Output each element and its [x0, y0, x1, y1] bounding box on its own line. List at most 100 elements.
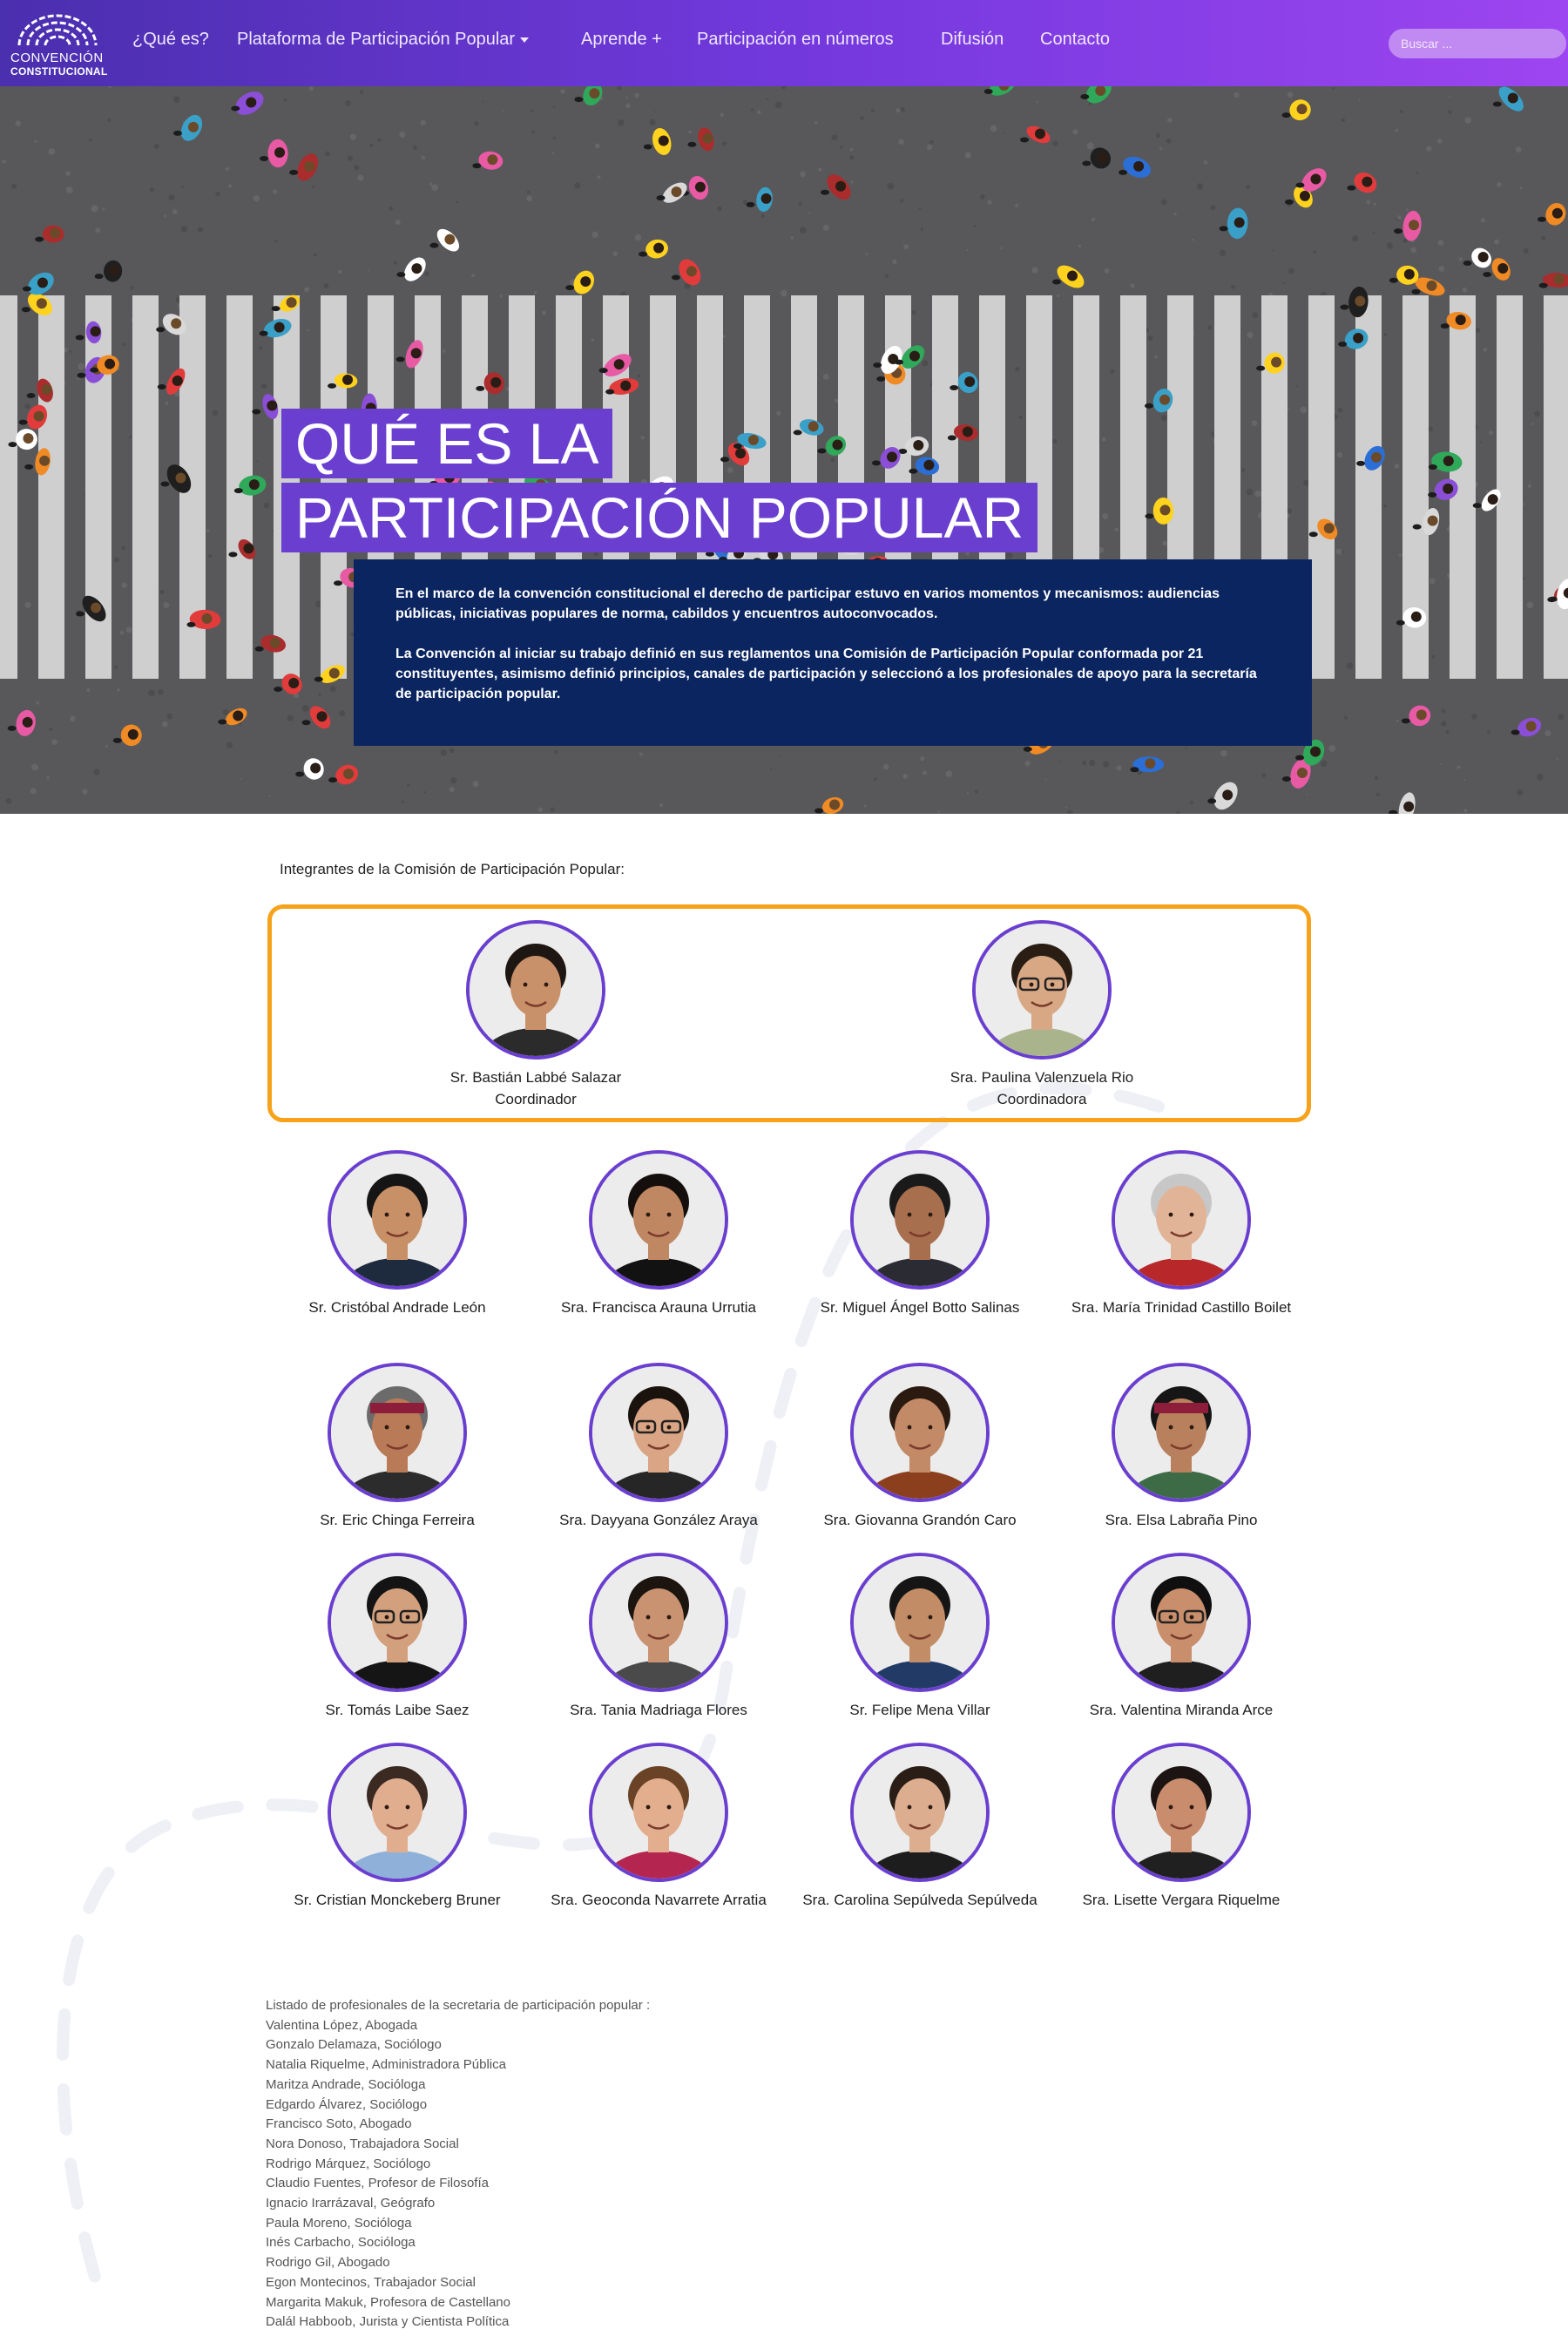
nav-aprende[interactable]: Aprende + — [581, 30, 662, 50]
member-role: Coordinador — [495, 1091, 577, 1107]
nav-participacion-numeros[interactable]: Participación en números — [697, 30, 894, 50]
member-card: Sra. María Trinidad Castillo Boilet — [1051, 1150, 1312, 1318]
nav-contacto[interactable]: Contacto — [1040, 30, 1110, 50]
member-name: Sr. Eric Chinga Ferreira — [320, 1512, 475, 1528]
staff-item: Natalia Riquelme, Administradora Pública — [266, 2057, 506, 2073]
hero-description-box: En el marco de la convención constitucio… — [354, 559, 1312, 746]
avatar — [850, 1553, 990, 1692]
member-card: Sra. Elsa Labraña Pino — [1051, 1363, 1312, 1531]
staff-item: Nora Donoso, Trabajadora Social — [266, 2136, 459, 2151]
member-name: Sra. Carolina Sepúlveda Sepúlveda — [802, 1892, 1037, 1908]
portrait-photo — [470, 924, 602, 1056]
staff-item: Valentina López, Abogada — [266, 2017, 418, 2033]
member-name: Sra. Tania Madriaga Flores — [570, 1702, 747, 1718]
member-card: Sra. Valentina Miranda Arce — [1051, 1553, 1312, 1721]
avatar — [1112, 1553, 1251, 1692]
staff-item: Francisco Soto, Abogado — [266, 2116, 412, 2132]
member-name: Sra. Paulina Valenzuela Rio — [950, 1069, 1134, 1086]
nav-plataforma-dropdown[interactable]: Plataforma de Participación Popular — [237, 30, 530, 50]
member-name: Sr. Miguel Ángel Botto Salinas — [820, 1299, 1020, 1316]
avatar — [589, 1743, 728, 1882]
member-card: Sra. Dayyana González Araya — [528, 1363, 789, 1531]
member-name: Sra. Giovanna Grandón Caro — [823, 1512, 1017, 1528]
portrait-photo — [331, 1556, 463, 1689]
staff-item: Inés Carbacho, Socióloga — [266, 2235, 416, 2251]
member-card: Sra. Lisette Vergara Riquelme — [1051, 1743, 1312, 1911]
portrait-photo — [854, 1556, 986, 1689]
avatar — [850, 1363, 990, 1502]
portrait-photo — [1115, 1366, 1247, 1499]
staff-item: Dalál Habboob, Jurista y Cientista Polít… — [266, 2314, 510, 2330]
staff-heading: Listado de profesionales de la secretari… — [266, 1998, 651, 2013]
member-card: Sra. Giovanna Grandón Caro — [789, 1363, 1051, 1531]
member-name: Sr. Felipe Mena Villar — [849, 1702, 990, 1718]
chevron-down-icon — [520, 37, 530, 43]
staff-list: Listado de profesionales de la secretari… — [266, 1996, 650, 2333]
staff-item: Edgardo Álvarez, Sociólogo — [266, 2096, 428, 2112]
hero-section: QUÉ ES LA PARTICIPACIÓN POPULAR En el ma… — [0, 86, 1568, 814]
nav-difusion[interactable]: Difusión — [941, 30, 1004, 50]
site-logo[interactable]: CONVENCIÓN CONSTITUCIONAL — [9, 9, 107, 78]
member-name: Sr. Tomás Laibe Saez — [325, 1702, 470, 1718]
portrait-photo — [592, 1366, 725, 1499]
avatar — [466, 920, 605, 1060]
nav-plataforma-label: Plataforma de Participación Popular — [237, 30, 516, 49]
member-name: Sra. Lisette Vergara Riquelme — [1082, 1892, 1281, 1908]
staff-item: Margarita Makuk, Profesora de Castellano — [266, 2294, 510, 2310]
portrait-photo — [976, 924, 1108, 1056]
avatar — [1112, 1150, 1251, 1290]
commission-intro: Integrantes de la Comisión de Participac… — [280, 861, 625, 877]
staff-item: Claudio Fuentes, Profesor de Filosofía — [266, 2176, 489, 2191]
avatar — [850, 1150, 990, 1290]
staff-item: Maritza Andrade, Socióloga — [266, 2076, 426, 2092]
avatar — [1112, 1363, 1251, 1502]
avatar — [589, 1150, 728, 1290]
staff-item: Gonzalo Delamaza, Sociólogo — [266, 2037, 442, 2053]
portrait-photo — [854, 1746, 986, 1879]
member-name: Sra. María Trinidad Castillo Boilet — [1071, 1299, 1292, 1316]
member-name: Sr. Cristian Monckeberg Bruner — [294, 1892, 501, 1908]
member-name: Sra. Dayyana González Araya — [559, 1512, 758, 1528]
coordinator-card: Sr. Bastián Labbé Salazar Coordinador — [405, 920, 666, 1110]
avatar — [589, 1553, 728, 1692]
staff-item: Paula Moreno, Socióloga — [266, 2215, 412, 2231]
hero-paragraph-2: La Convención al iniciar su trabajo defi… — [395, 647, 1257, 701]
member-card: Sr. Cristian Monckeberg Bruner — [267, 1743, 528, 1911]
avatar — [1112, 1743, 1251, 1882]
member-card: Sra. Francisca Arauna Urrutia — [528, 1150, 789, 1318]
member-card: Sr. Felipe Mena Villar — [789, 1553, 1051, 1721]
coordinator-card: Sra. Paulina Valenzuela Rio Coordinadora — [911, 920, 1173, 1110]
member-name: Sr. Cristóbal Andrade León — [308, 1299, 486, 1316]
avatar — [328, 1743, 467, 1882]
portrait-photo — [592, 1746, 725, 1879]
member-card: Sra. Tania Madriaga Flores — [528, 1553, 789, 1721]
member-name: Sra. Elsa Labraña Pino — [1105, 1512, 1258, 1528]
portrait-photo — [592, 1154, 725, 1286]
avatar — [328, 1150, 467, 1290]
staff-item: Rodrigo Gil, Abogado — [266, 2255, 390, 2271]
search-input[interactable] — [1389, 29, 1566, 58]
avatar — [850, 1743, 990, 1882]
portrait-photo — [854, 1154, 986, 1286]
avatar — [328, 1553, 467, 1692]
member-card: Sr. Cristóbal Andrade León — [267, 1150, 528, 1318]
portrait-photo — [1115, 1154, 1247, 1286]
nav-que-es[interactable]: ¿Qué es? — [132, 30, 209, 50]
logo-text-convencion: CONVENCIÓN — [10, 51, 104, 65]
portrait-photo — [1115, 1556, 1247, 1689]
member-card: Sr. Tomás Laibe Saez — [267, 1553, 528, 1721]
hero-title-line2: PARTICIPACIÓN POPULAR — [281, 483, 1038, 552]
member-name: Sra. Francisca Arauna Urrutia — [561, 1299, 756, 1316]
portrait-photo — [331, 1366, 463, 1499]
portrait-photo — [331, 1746, 463, 1879]
hero-paragraph-1: En el marco de la convención constitucio… — [395, 586, 1220, 621]
top-navbar: CONVENCIÓN CONSTITUCIONAL ¿Qué es? Plata… — [0, 0, 1568, 86]
portrait-photo — [592, 1556, 725, 1689]
member-card: Sra. Geoconda Navarrete Arratia — [528, 1743, 789, 1911]
member-name: Sr. Bastián Labbé Salazar — [449, 1069, 622, 1086]
member-card: Sra. Carolina Sepúlveda Sepúlveda — [789, 1743, 1051, 1911]
avatar — [972, 920, 1112, 1060]
member-card: Sr. Eric Chinga Ferreira — [267, 1363, 528, 1531]
portrait-photo — [854, 1366, 986, 1499]
staff-item: Ignacio Irarrázaval, Geógrafo — [266, 2196, 436, 2211]
